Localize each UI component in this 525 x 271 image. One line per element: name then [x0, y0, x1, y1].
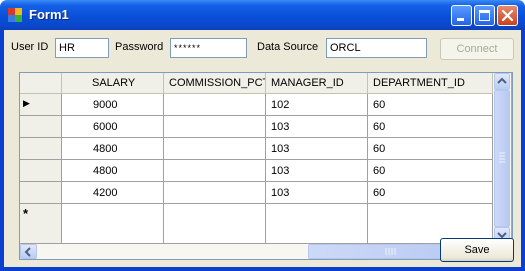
minimize-button[interactable] — [451, 5, 472, 26]
column-header-manager-id[interactable]: MANAGER_ID — [266, 73, 368, 94]
scroll-left-button[interactable] — [20, 244, 37, 259]
title-bar[interactable]: Form1 — [0, 0, 525, 30]
form-client-area: User ID HR Password ****** Data Source O… — [4, 30, 521, 267]
close-button[interactable] — [497, 5, 518, 26]
row-header[interactable] — [20, 138, 62, 160]
data-source-label: Data Source — [257, 41, 319, 53]
user-id-input[interactable]: HR — [55, 38, 109, 58]
new-row-cell[interactable] — [62, 204, 164, 244]
data-grid[interactable]: SALARY COMMISSION_PCT MANAGER_ID DEPARTM… — [19, 72, 513, 260]
maximize-icon — [479, 10, 490, 21]
grid-cell[interactable]: 60 — [368, 138, 493, 160]
grid-cell[interactable]: 4800 — [62, 160, 164, 182]
grid-cell[interactable]: 60 — [368, 160, 493, 182]
grid-cell[interactable] — [164, 160, 266, 182]
grid-cell[interactable]: 103 — [266, 138, 368, 160]
new-row-asterisk-icon: * — [23, 206, 29, 221]
grid-cell[interactable]: 4200 — [62, 182, 164, 204]
grid-cell[interactable] — [164, 182, 266, 204]
window-title: Form1 — [29, 7, 69, 22]
grid-cell[interactable]: 103 — [266, 182, 368, 204]
chevron-left-icon — [24, 247, 31, 257]
current-row-arrow-icon: ▶ — [23, 98, 30, 108]
maximize-button[interactable] — [474, 5, 495, 26]
grid-cell[interactable]: 60 — [368, 94, 493, 116]
password-input[interactable]: ****** — [170, 38, 247, 58]
user-id-label: User ID — [11, 41, 49, 53]
data-source-input[interactable]: ORCL — [326, 38, 427, 58]
password-label: Password — [115, 41, 164, 53]
horizontal-scrollbar[interactable] — [20, 244, 493, 259]
row-header[interactable] — [20, 160, 62, 182]
grid-cell[interactable] — [164, 94, 266, 116]
column-header-salary[interactable]: SALARY — [62, 73, 164, 94]
grid-cell[interactable] — [164, 138, 266, 160]
column-header-commission-pct[interactable]: COMMISSION_PCT — [164, 73, 266, 94]
row-header[interactable] — [20, 182, 62, 204]
new-row-cell[interactable] — [266, 204, 368, 244]
vertical-scrollbar[interactable] — [493, 73, 511, 244]
save-button[interactable]: Save — [440, 238, 514, 262]
new-row-cell[interactable] — [164, 204, 266, 244]
form-app-icon — [7, 7, 23, 23]
grid-cell[interactable]: 9000 — [62, 94, 164, 116]
grip-icon — [499, 152, 505, 163]
vertical-scroll-thumb[interactable] — [494, 90, 510, 227]
row-header[interactable]: ▶ — [20, 94, 62, 116]
grid-cell[interactable]: 60 — [368, 182, 493, 204]
close-icon — [501, 9, 514, 22]
grid-cell[interactable]: 102 — [266, 94, 368, 116]
row-header[interactable] — [20, 116, 62, 138]
connect-button[interactable]: Connect — [440, 38, 514, 60]
grid-cell[interactable] — [164, 116, 266, 138]
grid-cell[interactable]: 60 — [368, 116, 493, 138]
grid-cell[interactable]: 6000 — [62, 116, 164, 138]
scroll-up-button[interactable] — [494, 73, 510, 90]
minimize-icon — [457, 18, 464, 21]
grid-cell[interactable]: 4800 — [62, 138, 164, 160]
grid-cell[interactable]: 103 — [266, 160, 368, 182]
grid-cell[interactable]: 103 — [266, 116, 368, 138]
grid-top-left-corner[interactable] — [20, 73, 62, 94]
chevron-up-icon — [497, 77, 507, 84]
new-row-header[interactable]: * — [20, 204, 62, 244]
column-header-department-id[interactable]: DEPARTMENT_ID — [368, 73, 493, 94]
